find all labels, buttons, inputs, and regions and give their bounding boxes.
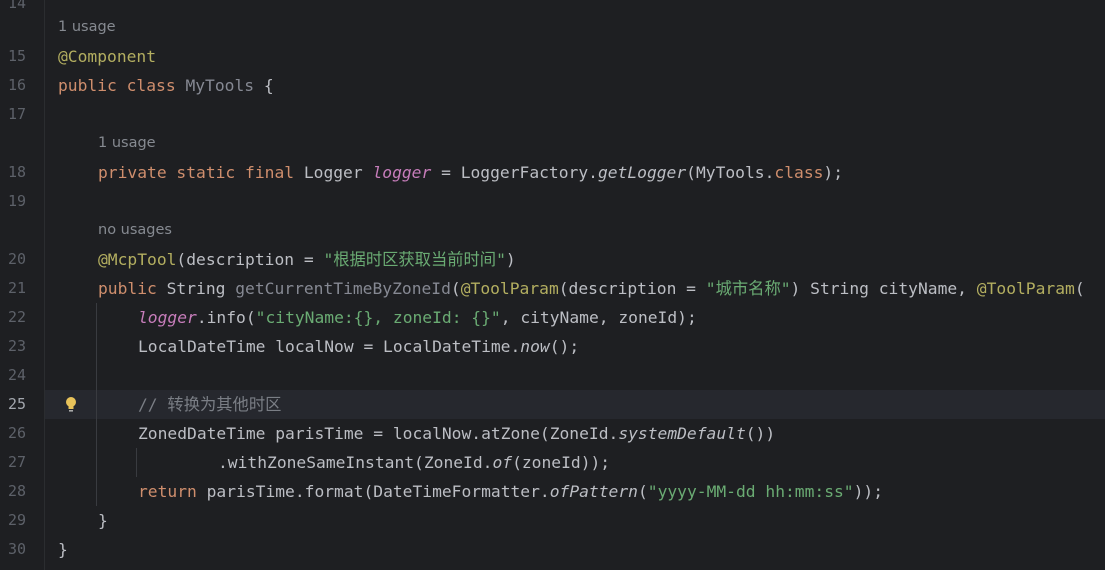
line-number-current: 25 [7, 395, 26, 413]
string-token: "根据时区获取当前时间" [323, 250, 506, 269]
code-text: ( [637, 482, 648, 501]
keyword-token: private static final [98, 163, 295, 182]
field-token: logger [372, 163, 432, 182]
code-text: )); [853, 482, 884, 501]
line-number-gutter: 14 15 16 17 18 19 20 21 22 23 24 25 26 2… [0, 0, 44, 570]
partial-line-number: 14 [7, 0, 26, 12]
method-token: systemDefault [618, 424, 746, 443]
code-line-29[interactable]: } [98, 506, 108, 535]
code-line-20[interactable]: @McpTool(description = "根据时区获取当前时间") [98, 245, 516, 274]
line-number: 19 [7, 192, 26, 210]
code-text: = LoggerFactory. [431, 163, 598, 182]
method-token: getLogger [597, 163, 687, 182]
indent-guide [136, 448, 137, 477]
indent-guide [96, 303, 97, 506]
string-token: "cityName:{}, zoneId: {}" [255, 308, 501, 327]
code-line-18[interactable]: private static final Logger logger = Log… [98, 158, 843, 187]
method-name-token: getCurrentTimeByZoneId [235, 279, 451, 298]
line-number: 28 [7, 482, 26, 500]
line-number: 20 [7, 250, 26, 268]
code-line-30[interactable]: } [58, 535, 68, 564]
code-text: LocalDateTime localNow = LocalDateTime. [138, 337, 521, 356]
usage-hint[interactable]: no usages [98, 216, 172, 245]
class-name-token: MyTools [185, 76, 255, 95]
keyword-token: class [774, 163, 824, 182]
code-text: (description = [176, 250, 324, 269]
annotation-token: @ToolParam [976, 279, 1075, 298]
method-token: now [520, 337, 550, 356]
code-line-28[interactable]: return parisTime.format(DateTimeFormatte… [138, 477, 883, 506]
code-text: .withZoneSameInstant(ZoneId. [218, 453, 493, 472]
method-token: ofPattern [549, 482, 638, 501]
code-line-15[interactable]: @Component [58, 42, 156, 71]
code-text: (); [549, 337, 580, 356]
lightbulb-icon[interactable] [64, 396, 78, 413]
field-token: logger [138, 308, 197, 327]
usage-hint[interactable]: 1 usage [58, 13, 116, 42]
code-line-26[interactable]: ZonedDateTime parisTime = localNow.atZon… [138, 419, 775, 448]
code-text: String [156, 279, 236, 298]
method-token: of [492, 453, 513, 472]
code-line-22[interactable]: logger.info("cityName:{}, zoneId: {}", c… [138, 303, 697, 332]
line-number: 16 [7, 76, 26, 94]
line-number: 18 [7, 163, 26, 181]
code-text: { [254, 76, 274, 95]
code-line-16[interactable]: public class MyTools { [58, 71, 274, 100]
comment-token: // 转换为其他时区 [138, 395, 282, 414]
code-text: , cityName, zoneId); [500, 308, 697, 327]
annotation-token: @ToolParam [460, 279, 559, 298]
line-number: 30 [7, 540, 26, 558]
line-number: 27 [7, 453, 26, 471]
gutter-border [44, 0, 45, 570]
line-number: 15 [7, 47, 26, 65]
usage-hint[interactable]: 1 usage [98, 129, 156, 158]
keyword-token: public class [58, 76, 176, 95]
closing-brace: } [58, 540, 68, 559]
string-token: "城市名称" [705, 279, 791, 298]
annotation-token: @Component [58, 47, 157, 66]
line-number: 26 [7, 424, 26, 442]
code-text: .info( [196, 308, 256, 327]
code-line-23[interactable]: LocalDateTime localNow = LocalDateTime.n… [138, 332, 579, 361]
code-text: Logger [294, 163, 373, 182]
code-text: ( [1074, 279, 1085, 298]
code-text: (MyTools. [686, 163, 775, 182]
keyword-token: public [98, 279, 157, 298]
code-text: ( [450, 279, 461, 298]
keyword-token: return [138, 482, 197, 501]
closing-brace: } [98, 511, 108, 530]
code-text: (description = [558, 279, 706, 298]
line-number: 21 [7, 279, 26, 297]
code-text: ); [823, 163, 844, 182]
code-line-21[interactable]: public String getCurrentTimeByZoneId(@To… [98, 274, 1085, 303]
code-line-27[interactable]: .withZoneSameInstant(ZoneId.of(zoneId)); [218, 448, 610, 477]
line-number: 22 [7, 308, 26, 326]
line-number: 29 [7, 511, 26, 529]
code-text: ()) [745, 424, 776, 443]
code-text: ) [505, 250, 516, 269]
code-text: (zoneId)); [512, 453, 611, 472]
line-number: 24 [7, 366, 26, 384]
line-number: 23 [7, 337, 26, 355]
code-editor[interactable]: 14 15 16 17 18 19 20 21 22 23 24 25 26 2… [0, 0, 1105, 570]
code-text: parisTime.format(DateTimeFormatter. [196, 482, 550, 501]
code-text: ZonedDateTime parisTime = localNow.atZon… [138, 424, 619, 443]
string-token: "yyyy-MM-dd hh:mm:ss" [647, 482, 854, 501]
annotation-token: @McpTool [98, 250, 177, 269]
code-line-25[interactable]: // 转换为其他时区 [138, 390, 281, 419]
line-number: 17 [7, 105, 26, 123]
code-text: ) String cityName, [790, 279, 977, 298]
